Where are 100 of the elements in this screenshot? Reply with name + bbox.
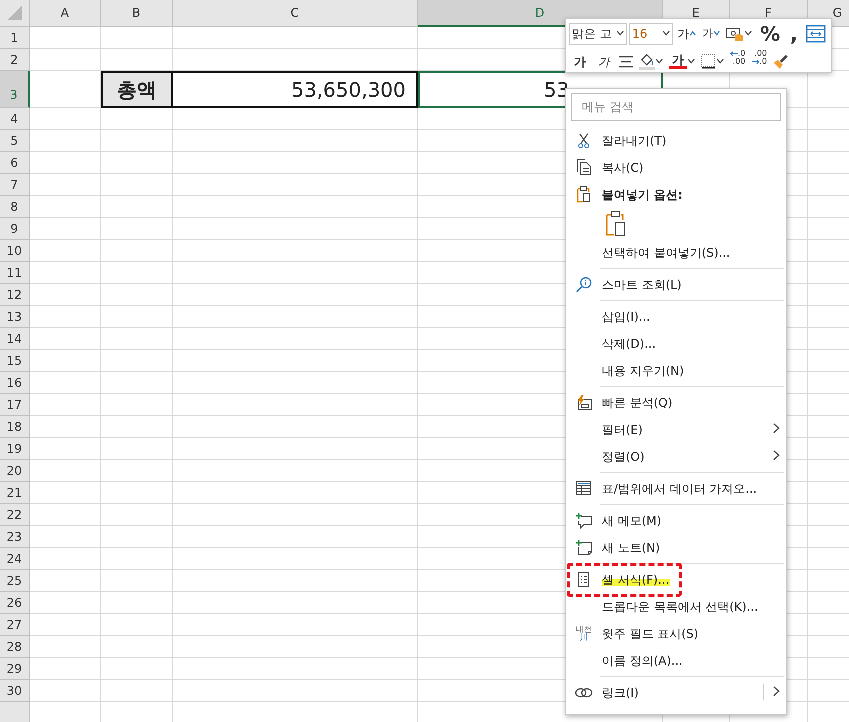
table-cell	[101, 658, 173, 680]
row-header[interactable]: 27	[0, 614, 30, 636]
table-cell	[30, 482, 101, 504]
table-cell	[30, 130, 101, 152]
menu-item[interactable]: 이름 정의(A)...	[566, 647, 786, 674]
caret-icon	[663, 31, 670, 36]
table-cell	[101, 614, 173, 636]
row-header[interactable]: 23	[0, 526, 30, 548]
row-header[interactable]: 2	[0, 49, 30, 71]
increase-decimal-button[interactable]: .00 .0	[750, 50, 770, 73]
menu-search-field[interactable]: 메뉴 검색	[571, 93, 781, 121]
row-header[interactable]: 9	[0, 218, 30, 240]
row-header[interactable]: 13	[0, 306, 30, 328]
menu-item[interactable]: 삭제(D)...	[566, 330, 786, 357]
table-cell	[30, 460, 101, 482]
caret-icon	[688, 59, 695, 64]
font-name-dropdown[interactable]: 맑은 고	[569, 22, 628, 44]
decrease-decimal-button[interactable]: .0 .00	[728, 50, 748, 73]
font-color-button[interactable]: 가	[667, 50, 697, 73]
row-header[interactable]: 11	[0, 262, 30, 284]
menu-item[interactable]: 잘라내기(T)	[566, 127, 786, 154]
row-header[interactable]: 6	[0, 152, 30, 174]
row-header[interactable]: 18	[0, 416, 30, 438]
row-header[interactable]: 20	[0, 460, 30, 482]
table-cell	[30, 504, 101, 526]
menu-item[interactable]: 표/범위에서 데이터 가져오...	[566, 475, 786, 502]
menu-item[interactable]: 복사(C)	[566, 154, 786, 181]
menu-item[interactable]: 새 노트(N)	[566, 534, 786, 561]
row-header[interactable]: 25	[0, 570, 30, 592]
paintbrush-icon	[773, 54, 790, 70]
column-header[interactable]: A	[30, 0, 101, 27]
copy-icon	[576, 159, 592, 176]
menu-item[interactable]: 내용 지우기(N)	[566, 357, 786, 384]
quick-analysis-icon	[576, 394, 592, 410]
table-cell	[101, 504, 173, 526]
row-header[interactable]: 30	[0, 680, 30, 702]
row-header[interactable]: 21	[0, 482, 30, 504]
column-header[interactable]: B	[101, 0, 173, 27]
row-header[interactable]: 14	[0, 328, 30, 350]
row-header[interactable]: 19	[0, 438, 30, 460]
column-header[interactable]: C	[173, 0, 418, 27]
row-header[interactable]: 17	[0, 394, 30, 416]
menu-item[interactable]: 스마트 조회(L)	[566, 271, 786, 298]
table-cell	[30, 548, 101, 570]
row-header[interactable]: 16	[0, 372, 30, 394]
table-cell	[30, 680, 101, 702]
row-header[interactable]: 3	[0, 71, 30, 108]
clipboard-icon	[577, 186, 591, 203]
table-cell	[101, 196, 173, 218]
table-cell	[101, 306, 173, 328]
table-cell	[30, 262, 101, 284]
scissors-icon	[578, 132, 590, 148]
bold-button[interactable]: 가	[569, 50, 591, 73]
menu-item[interactable]: 선택하여 붙여넣기(S)...	[566, 239, 786, 266]
arrow-icon	[730, 51, 738, 57]
row-header[interactable]: 28	[0, 636, 30, 658]
table-cell	[30, 328, 101, 350]
arrow-icon	[752, 59, 760, 65]
table-cell	[30, 394, 101, 416]
table-cell	[30, 27, 101, 49]
row-header[interactable]: 5	[0, 130, 30, 152]
row-header[interactable]: 8	[0, 196, 30, 218]
table-cell	[30, 240, 101, 262]
font-size-dropdown[interactable]: 16	[629, 22, 674, 44]
table-cell	[101, 570, 173, 592]
table-cell	[30, 218, 101, 240]
align-center-icon	[619, 56, 633, 68]
table-cell	[101, 284, 173, 306]
row-header[interactable]: 7	[0, 174, 30, 196]
paint-bucket-icon	[639, 53, 655, 70]
row-header[interactable]: 1	[0, 27, 30, 49]
row-header[interactable]: 10	[0, 240, 30, 262]
table-icon	[576, 481, 592, 496]
table-cell	[30, 372, 101, 394]
table-cell	[101, 27, 173, 49]
row-header[interactable]: 22	[0, 504, 30, 526]
menu-item[interactable]: 드롭다운 목록에서 선택(K)...	[566, 593, 786, 620]
table-cell: 총액	[101, 71, 173, 108]
table-cell	[101, 526, 173, 548]
caret-icon	[717, 59, 724, 64]
caret-icon	[745, 31, 752, 36]
row-header[interactable]: 26	[0, 592, 30, 614]
row-header[interactable]: 12	[0, 284, 30, 306]
menu-item[interactable]: 링크(I)	[566, 679, 786, 706]
row-header[interactable]: 24	[0, 548, 30, 570]
table-cell	[101, 350, 173, 372]
table-cell	[30, 416, 101, 438]
menu-item[interactable]: 필터(E)	[566, 416, 786, 443]
table-cell	[101, 592, 173, 614]
table-cell	[30, 636, 101, 658]
row-header[interactable]: 4	[0, 108, 30, 130]
italic-button[interactable]: 가	[593, 50, 615, 73]
menu-item[interactable]: 새 메모(M)	[566, 507, 786, 534]
menu-item[interactable]: 빠른 분석(Q)	[566, 389, 786, 416]
row-header[interactable]: 15	[0, 350, 30, 372]
menu-item[interactable]: 정렬(O)	[566, 443, 786, 470]
table-cell	[101, 108, 173, 130]
menu-item[interactable]: 내천 川 윗주 필드 표시(S)	[566, 620, 786, 647]
menu-item[interactable]: 삽입(I)...	[566, 303, 786, 330]
row-header[interactable]: 29	[0, 658, 30, 680]
